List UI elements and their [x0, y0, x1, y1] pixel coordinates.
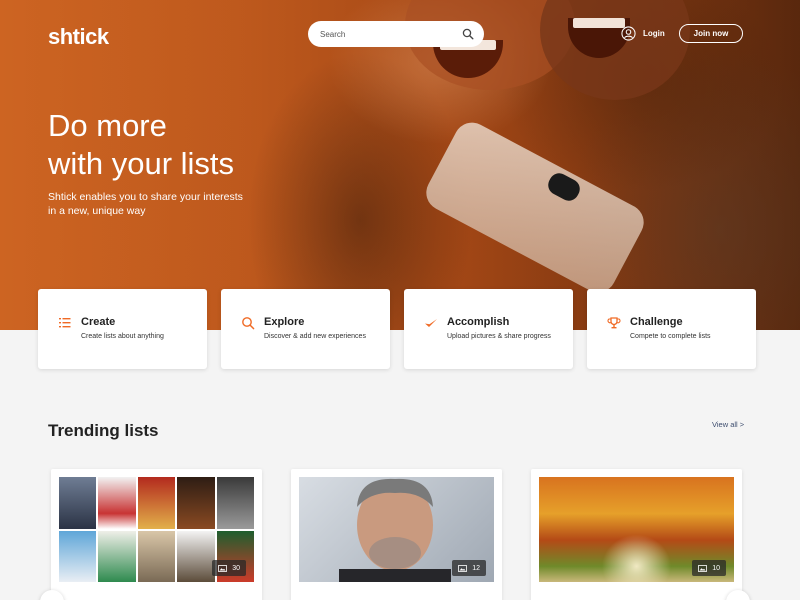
photo-count-badge: 12 [452, 560, 486, 576]
search-icon [242, 317, 255, 330]
check-icon [425, 319, 437, 327]
poster [177, 530, 215, 582]
user-icon [621, 26, 636, 41]
feature-card-accomplish[interactable]: Accomplish Upload pictures & share progr… [404, 289, 573, 369]
search-icon[interactable] [462, 28, 474, 40]
hero-title-line1: Do more [48, 108, 167, 143]
logo[interactable]: shtick [48, 24, 109, 50]
list-icon [59, 318, 71, 328]
photo-count: 12 [472, 564, 480, 572]
poster [59, 477, 97, 529]
feature-card-challenge[interactable]: Challenge Compete to complete lists [587, 289, 756, 369]
photo-count: 10 [712, 564, 720, 572]
poster [59, 530, 97, 582]
hero-photo-detail [573, 18, 625, 28]
photo-count: 30 [232, 564, 240, 572]
image-icon [458, 564, 468, 572]
trending-list-card[interactable]: 10 [531, 469, 742, 600]
image-icon [698, 564, 708, 572]
trending-title: Trending lists [48, 421, 159, 440]
feature-cards: Create Create lists about anything Explo… [38, 289, 756, 369]
feature-desc: Create lists about anything [81, 333, 164, 340]
feature-card-explore[interactable]: Explore Discover & add new experiences [221, 289, 390, 369]
feature-title: Challenge [630, 316, 683, 328]
login-label: Login [643, 29, 665, 38]
poster [137, 530, 176, 582]
hero-banner: shtick Login Join now Do more with your … [0, 0, 800, 330]
trophy-icon [607, 317, 621, 329]
feature-card-create[interactable]: Create Create lists about anything [38, 289, 207, 369]
list-thumbnail-autumn-trees: 10 [539, 477, 734, 582]
feature-desc: Discover & add new experiences [264, 333, 366, 340]
hero-subtitle: Shtick enables you to share your interes… [48, 191, 243, 217]
view-all-link[interactable]: View all > [712, 420, 744, 429]
trending-list-card[interactable]: 30 [51, 469, 262, 600]
hero-title: Do more with your lists [48, 107, 308, 183]
login-button[interactable]: Login [621, 26, 665, 41]
search-bar[interactable] [308, 21, 484, 47]
list-thumbnail-portrait: 12 [299, 477, 494, 582]
join-now-button[interactable]: Join now [679, 24, 743, 43]
image-icon [218, 564, 228, 572]
poster [137, 477, 176, 529]
trending-list-card[interactable]: 12 [291, 469, 502, 600]
feature-desc: Upload pictures & share progress [447, 333, 551, 340]
feature-title: Explore [264, 316, 305, 328]
poster [98, 530, 136, 582]
photo-count-badge: 10 [692, 560, 726, 576]
feature-title: Accomplish [447, 316, 510, 328]
poster [216, 477, 254, 529]
poster [98, 477, 136, 529]
photo-count-badge: 30 [212, 560, 246, 576]
hero-title-line2: with your lists [48, 146, 235, 181]
feature-desc: Compete to complete lists [630, 333, 711, 340]
feature-title: Create [81, 316, 116, 328]
list-thumbnail-movie-posters: 30 [59, 477, 254, 582]
poster [177, 477, 215, 529]
search-input[interactable] [320, 29, 462, 39]
